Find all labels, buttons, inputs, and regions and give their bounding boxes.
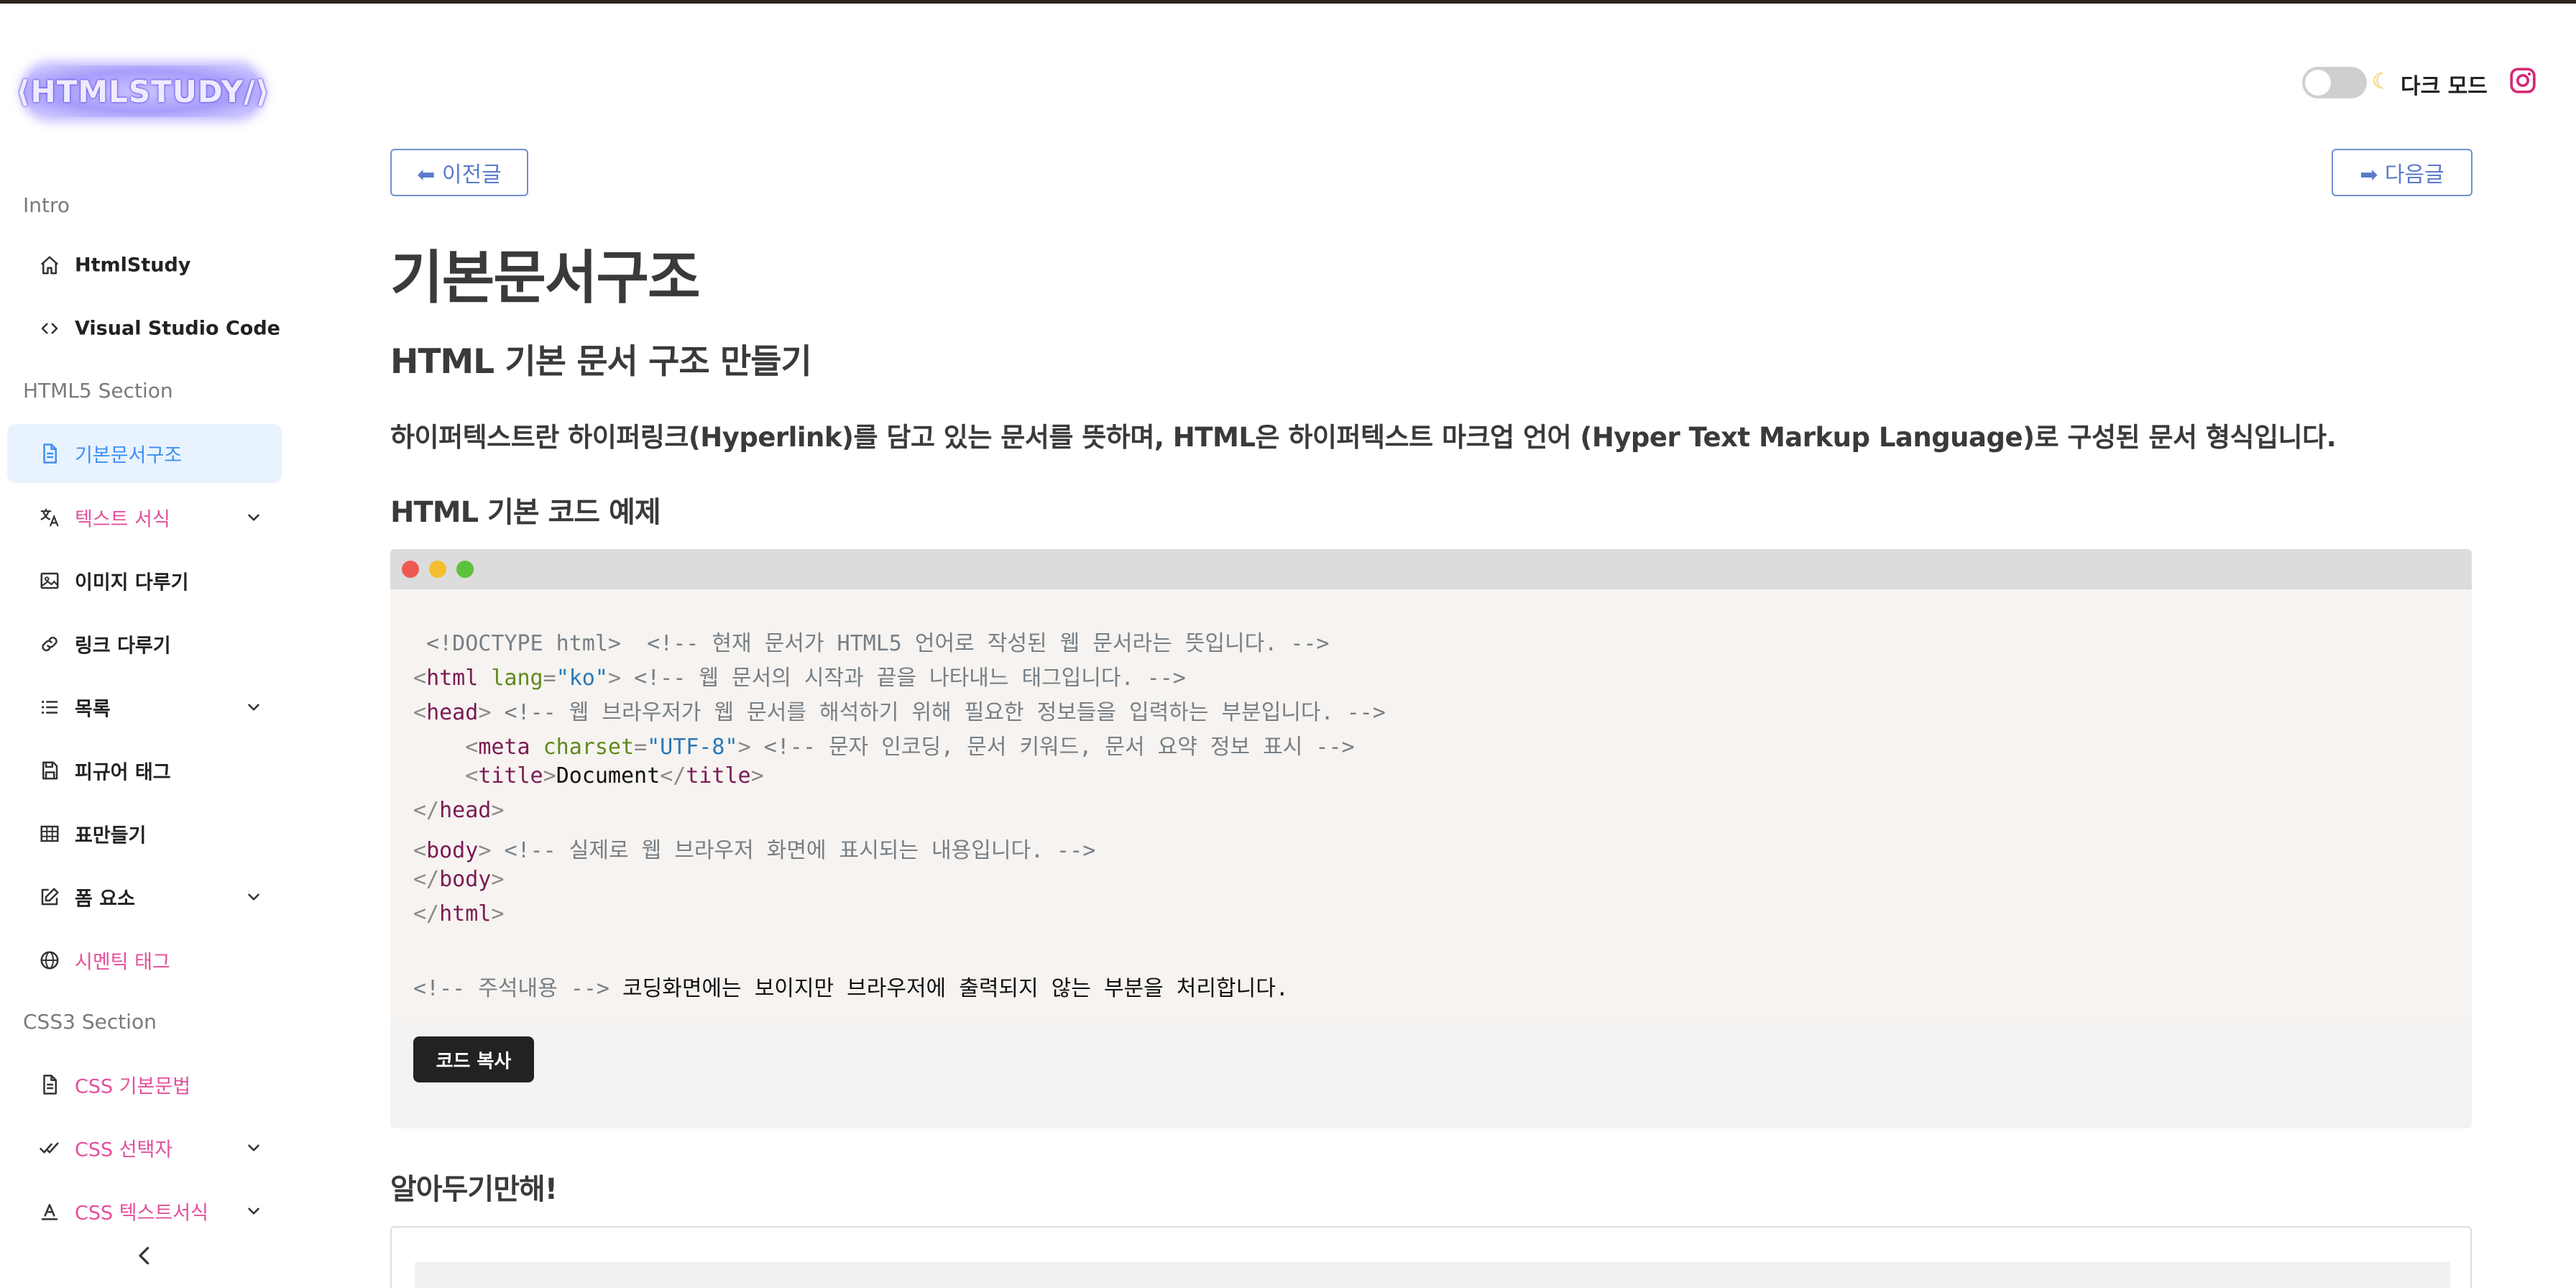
home-icon <box>40 256 59 275</box>
sidebar-item-figure[interactable]: 피규어 태그 <box>7 741 282 800</box>
sidebar-item-label: 기본문서구조 <box>75 444 183 467</box>
chevron-down-icon[interactable] <box>244 698 263 717</box>
window-top-border <box>0 0 2576 4</box>
sidebar-item-label: 이미지 다루기 <box>75 571 189 594</box>
edit-icon <box>41 888 59 906</box>
copy-code-button[interactable]: 코드 복사 <box>413 1036 534 1082</box>
sidebar-item-images[interactable]: 이미지 다루기 <box>7 551 282 610</box>
site-logo[interactable]: ⟨HTMLSTUDY/⟩ <box>16 65 270 117</box>
save-icon <box>42 761 58 780</box>
sidebar-item-label: CSS 선택자 <box>75 1138 173 1162</box>
sidebar-item-text-format[interactable]: 텍스트 서식 <box>7 488 282 547</box>
sidebar-item-basic-structure[interactable]: 기본문서구조 <box>7 424 282 483</box>
sidebar-item-links[interactable]: 링크 다루기 <box>7 615 282 673</box>
page-subtitle: HTML 기본 문서 구조 만들기 <box>390 342 812 382</box>
sidebar-item-tables[interactable]: 표만들기 <box>7 804 282 863</box>
sidebar-item-label: 폼 요소 <box>75 888 135 911</box>
instagram-icon[interactable] <box>2508 66 2537 95</box>
table-icon <box>40 825 59 842</box>
code-block: <!DOCTYPE html> <!-- 현재 문서가 HTML5 언어로 작성… <box>390 549 2472 1128</box>
page-description: 하이퍼텍스트란 하이퍼링크(Hyperlink)를 담고 있는 문서를 뜻하며,… <box>390 422 2337 453</box>
sidebar-item-label: CSS 텍스트서식 <box>75 1202 208 1225</box>
code-content[interactable]: <!DOCTYPE html> <!-- 현재 문서가 HTML5 언어로 작성… <box>390 589 2472 1021</box>
sidebar-item-lists[interactable]: 목록 <box>7 678 282 737</box>
sidebar-item-css-text[interactable]: CSS 텍스트서식 <box>7 1182 282 1241</box>
sidebar-item-label: 텍스트 서식 <box>75 508 170 531</box>
code-line-8: </body> <box>413 867 505 892</box>
window-maximize-dot <box>456 561 474 578</box>
code-line-9: </html> <box>413 901 505 926</box>
section-label-intro: Intro <box>23 193 70 217</box>
collapse-sidebar-icon[interactable] <box>134 1243 155 1269</box>
sidebar-item-label: 링크 다루기 <box>75 635 171 658</box>
sidebar-item-label: 피규어 태그 <box>75 761 171 784</box>
sidebar-item-vscode[interactable]: Visual Studio Code <box>7 299 282 358</box>
check-icon <box>40 1142 59 1154</box>
document-icon <box>43 443 57 464</box>
sidebar-item-forms[interactable]: 폼 요소 <box>7 868 282 926</box>
sidebar-item-semantic[interactable]: 시멘틱 태그 <box>7 931 282 990</box>
link-icon <box>42 636 58 652</box>
globe-icon <box>40 951 59 970</box>
code-line-1: <!DOCTYPE html> <!-- 현재 문서가 HTML5 언어로 작성… <box>426 631 1330 656</box>
window-minimize-dot <box>429 561 446 578</box>
moon-icon: ☾ <box>2372 69 2391 94</box>
code-line-4: <meta charset="UTF-8"> <!-- 문자 인코딩, 문서 키… <box>465 735 1355 760</box>
text-icon <box>41 1204 58 1220</box>
toggle-knob <box>2305 70 2331 96</box>
code-window-bar <box>390 549 2472 589</box>
section-label-html5: HTML5 Section <box>23 379 173 402</box>
logo-text: ⟨HTMLSTUDY/⟩ <box>16 73 270 109</box>
translate-icon <box>40 508 59 527</box>
chevron-down-icon[interactable] <box>244 1138 263 1157</box>
image-icon <box>40 572 59 589</box>
next-post-button[interactable]: ➡ 다음글 <box>2332 149 2472 196</box>
list-icon <box>42 700 58 714</box>
note-content <box>415 1262 2450 1288</box>
page-title: 기본문서구조 <box>390 244 701 311</box>
window-close-dot <box>402 561 419 578</box>
chevron-down-icon[interactable] <box>244 508 263 527</box>
dark-mode-label: 다크 모드 <box>2401 74 2488 99</box>
chevron-down-icon[interactable] <box>244 1202 263 1220</box>
code-line-5: <title>Document</title> <box>465 763 764 788</box>
document-icon <box>43 1075 57 1095</box>
code-line-2: <html lang="ko"> <!-- 웹 문서의 시작과 끝을 나타내느 … <box>413 666 1186 691</box>
sidebar-item-label: HtmlStudy <box>75 254 191 277</box>
note-heading: 알아두기만해! <box>390 1173 558 1206</box>
prev-post-button[interactable]: ⬅ 이전글 <box>390 149 528 196</box>
sidebar-item-htmlstudy[interactable]: HtmlStudy <box>7 236 282 295</box>
section-label-css3: CSS3 Section <box>23 1010 157 1034</box>
code-line-3: <head> <!-- 웹 브라우저가 웹 문서를 해석하기 위해 필요한 정보… <box>413 700 1386 725</box>
chevron-down-icon[interactable] <box>244 888 263 906</box>
note-box <box>390 1226 2472 1288</box>
sidebar-item-css-basic[interactable]: CSS 기본문법 <box>7 1055 282 1114</box>
dark-mode-toggle[interactable] <box>2302 67 2367 98</box>
sidebar-item-label: 표만들기 <box>75 824 147 847</box>
sidebar-item-label: 시멘틱 태그 <box>75 951 170 974</box>
sidebar: ⟨HTMLSTUDY/⟩ Intro HtmlStudy Visual Stud… <box>0 4 288 1288</box>
code-line-7: <body> <!-- 실제로 웹 브라우저 화면에 표시되는 내용입니다. -… <box>413 838 1096 863</box>
code-icon <box>41 323 58 334</box>
sidebar-item-label: CSS 기본문법 <box>75 1075 191 1098</box>
code-line-10: <!-- 주석내용 --> 코딩화면에는 보이지만 브라우저에 출력되지 않는 … <box>413 976 1289 1001</box>
sidebar-item-label: Visual Studio Code <box>75 317 280 340</box>
sidebar-item-css-selectors[interactable]: CSS 선택자 <box>7 1118 282 1177</box>
code-example-heading: HTML 기본 코드 예제 <box>390 496 661 529</box>
code-line-6: </head> <box>413 798 505 823</box>
sidebar-item-label: 목록 <box>75 698 111 721</box>
